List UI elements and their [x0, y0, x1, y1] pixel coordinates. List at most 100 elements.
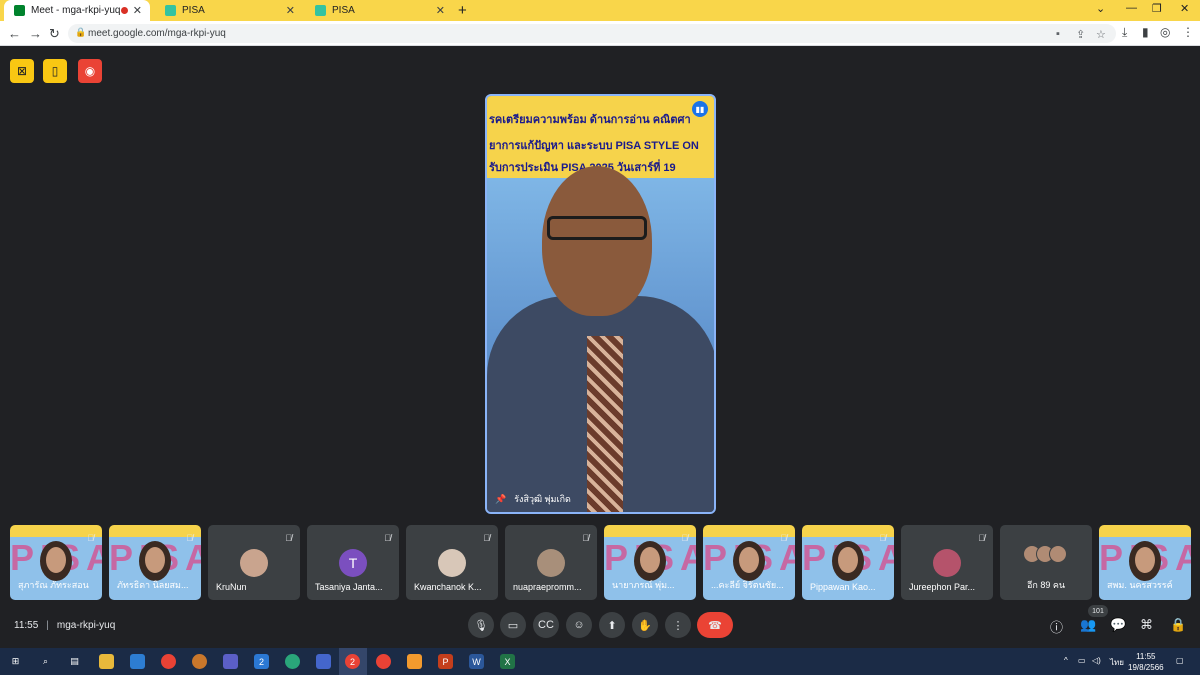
- raise-hand-button[interactable]: ✋: [632, 612, 658, 638]
- separator: |: [46, 620, 49, 631]
- store-icon[interactable]: [130, 654, 145, 669]
- participant-face: [46, 547, 66, 573]
- mic-off-icon: 🎙̸: [87, 533, 94, 543]
- app-icon[interactable]: [316, 654, 331, 669]
- participant-face: [145, 547, 165, 573]
- language-indicator[interactable]: ไทย: [1110, 656, 1124, 669]
- captions-icon: CC: [538, 619, 554, 631]
- participant-tile[interactable]: PISA 🎙̸ ภัทรธิดา นิลยสม...: [109, 525, 201, 600]
- tab-meet[interactable]: Meet - mga-rkpi-yuq ✕: [4, 0, 150, 21]
- notifications-icon[interactable]: ▢: [1176, 656, 1184, 665]
- mic-off-icon: 🎙̸: [978, 533, 985, 543]
- participant-tile[interactable]: 🎙̸ nuapraepromm...: [505, 525, 597, 600]
- participant-tile[interactable]: PISA 🎙̸ สุภารัณ ภัทระสอน: [10, 525, 102, 600]
- task-view-icon[interactable]: ▤: [67, 654, 82, 669]
- pin-icon[interactable]: 📌: [495, 494, 506, 505]
- end-call-button[interactable]: ☎: [697, 612, 733, 638]
- meeting-time: 11:55: [14, 620, 39, 631]
- search-icon[interactable]: ⌕: [38, 654, 53, 669]
- new-tab-button[interactable]: +: [458, 2, 467, 19]
- mail-icon[interactable]: 2: [254, 654, 269, 669]
- close-tab-icon[interactable]: ✕: [286, 4, 295, 17]
- tab-title: Meet - mga-rkpi-yuq: [31, 5, 121, 16]
- back-button[interactable]: ←: [8, 26, 21, 41]
- tab-search-icon[interactable]: ⌄: [1096, 2, 1105, 15]
- record-icon: ◉: [84, 64, 96, 78]
- chat-button[interactable]: 💬: [1110, 617, 1126, 633]
- meet-control-bar: 11:55 | mga-rkpi-yuq 🎙 ▭ CC ☺ ⬆ ✋ ⋮ ☎ ⓘ …: [0, 603, 1200, 648]
- network-icon[interactable]: ▭: [1078, 656, 1086, 665]
- mic-off-icon: 🎙̸: [186, 533, 193, 543]
- camera-in-use-icon[interactable]: ▪: [1056, 28, 1060, 40]
- menu-kebab-icon[interactable]: ⋮: [1182, 25, 1194, 39]
- word-icon[interactable]: W: [469, 654, 484, 669]
- participant-tile[interactable]: PISA 🎙̸ นายาภรณ์ พุ่ม...: [604, 525, 696, 600]
- bookmark-star-icon[interactable]: ☆: [1096, 28, 1106, 41]
- participant-strip: PISA 🎙̸ สุภารัณ ภัทระสอน PISA 🎙̸ ภัทรธิด…: [10, 525, 1200, 600]
- people-icon: 👥: [1080, 617, 1097, 632]
- participant-tile[interactable]: 🎙̸ KruNun: [208, 525, 300, 600]
- tray-overflow-icon[interactable]: ^: [1064, 656, 1068, 665]
- people-button[interactable]: 👥: [1080, 617, 1096, 633]
- participant-tile[interactable]: T 🎙̸ Tasaniya Janta...: [307, 525, 399, 600]
- close-window-button[interactable]: ✕: [1180, 2, 1189, 15]
- participant-tile[interactable]: PISA 🎙̸ Pippawan Kao...: [802, 525, 894, 600]
- tab-pisa-1[interactable]: PISA ✕: [155, 0, 303, 21]
- tab-title: PISA: [332, 5, 355, 16]
- chrome-icon[interactable]: 2: [345, 654, 360, 669]
- minimize-button[interactable]: —: [1126, 2, 1137, 14]
- file-explorer-icon[interactable]: [99, 654, 114, 669]
- meeting-info-button[interactable]: ⓘ: [1050, 617, 1063, 636]
- meeting-details: 11:55 | mga-rkpi-yuq: [14, 620, 115, 631]
- leave-room-button[interactable]: ▯: [43, 59, 67, 83]
- close-tab-icon[interactable]: ✕: [133, 4, 142, 17]
- participant-tile[interactable]: 🎙̸ Kwanchanok K...: [406, 525, 498, 600]
- participant-name: สุภารัณ ภัทระสอน: [18, 580, 89, 590]
- edge-icon[interactable]: [285, 654, 300, 669]
- share-icon[interactable]: ⇪: [1076, 28, 1085, 41]
- captions-button[interactable]: CC: [533, 612, 559, 638]
- participant-tile[interactable]: PISA สพม. นครสวรรค์: [1099, 525, 1191, 600]
- restore-button[interactable]: ❐: [1152, 2, 1162, 15]
- close-tab-icon[interactable]: ✕: [436, 4, 445, 17]
- participant-name: KruNun: [216, 582, 247, 592]
- main-speaker-tile[interactable]: รคเตรียมความพร้อม ด้านการอ่าน คณิตศา ยาก…: [485, 94, 716, 514]
- address-bar[interactable]: 🔒 meet.google.com/mga-rkpi-yuq ▪ ⇪ ☆: [68, 24, 1116, 43]
- chrome-icon[interactable]: [376, 654, 391, 669]
- activities-button[interactable]: ⌘: [1140, 617, 1153, 633]
- lock-icon: 🔒: [75, 27, 87, 37]
- mic-off-icon: 🎙̸: [780, 533, 787, 543]
- mic-off-icon: 🎙̸: [582, 533, 589, 543]
- excel-icon[interactable]: X: [500, 654, 515, 669]
- more-options-button[interactable]: ⋮: [665, 612, 691, 638]
- camera-off-indicator-button[interactable]: ⊠: [10, 59, 34, 83]
- taskbar-clock[interactable]: 11:55 19/8/2566: [1128, 651, 1164, 673]
- side-panel-icon[interactable]: ▮: [1142, 25, 1149, 39]
- app-icon[interactable]: [223, 654, 238, 669]
- participant-tile[interactable]: PISA 🎙̸ ...คะลีย์ จิรัตนชัย...: [703, 525, 795, 600]
- host-controls-button[interactable]: 🔒: [1170, 617, 1186, 633]
- app-icon[interactable]: [192, 654, 207, 669]
- tab-pisa-2[interactable]: PISA ✕: [305, 0, 453, 21]
- reload-button[interactable]: ↻: [49, 26, 60, 42]
- app-icon[interactable]: [407, 654, 422, 669]
- download-icon[interactable]: ⤓: [1122, 25, 1127, 40]
- kebab-icon: ⋮: [672, 619, 684, 632]
- chrome-icon[interactable]: [161, 654, 176, 669]
- camera-button[interactable]: ▭: [500, 612, 526, 638]
- powerpoint-icon[interactable]: P: [438, 654, 453, 669]
- participant-tile[interactable]: 🎙̸ Jureephon Par...: [901, 525, 993, 600]
- more-participants-tile[interactable]: อีก 89 คน: [1000, 525, 1092, 600]
- participant-name: nuapraepromm...: [513, 582, 582, 592]
- participant-name: ภัทรธิดา นิลยสม...: [117, 580, 189, 590]
- recording-button[interactable]: ◉: [78, 59, 102, 83]
- forward-button[interactable]: →: [29, 26, 42, 41]
- microphone-button[interactable]: 🎙: [468, 612, 494, 638]
- windows-start-icon[interactable]: ⊞: [8, 654, 23, 669]
- profile-avatar[interactable]: ◎: [1160, 25, 1170, 39]
- present-button[interactable]: ⬆: [599, 612, 625, 638]
- reactions-button[interactable]: ☺: [566, 612, 592, 638]
- volume-icon[interactable]: ◁): [1092, 656, 1101, 665]
- participant-face: [739, 547, 759, 573]
- participant-name: Pippawan Kao...: [810, 582, 876, 592]
